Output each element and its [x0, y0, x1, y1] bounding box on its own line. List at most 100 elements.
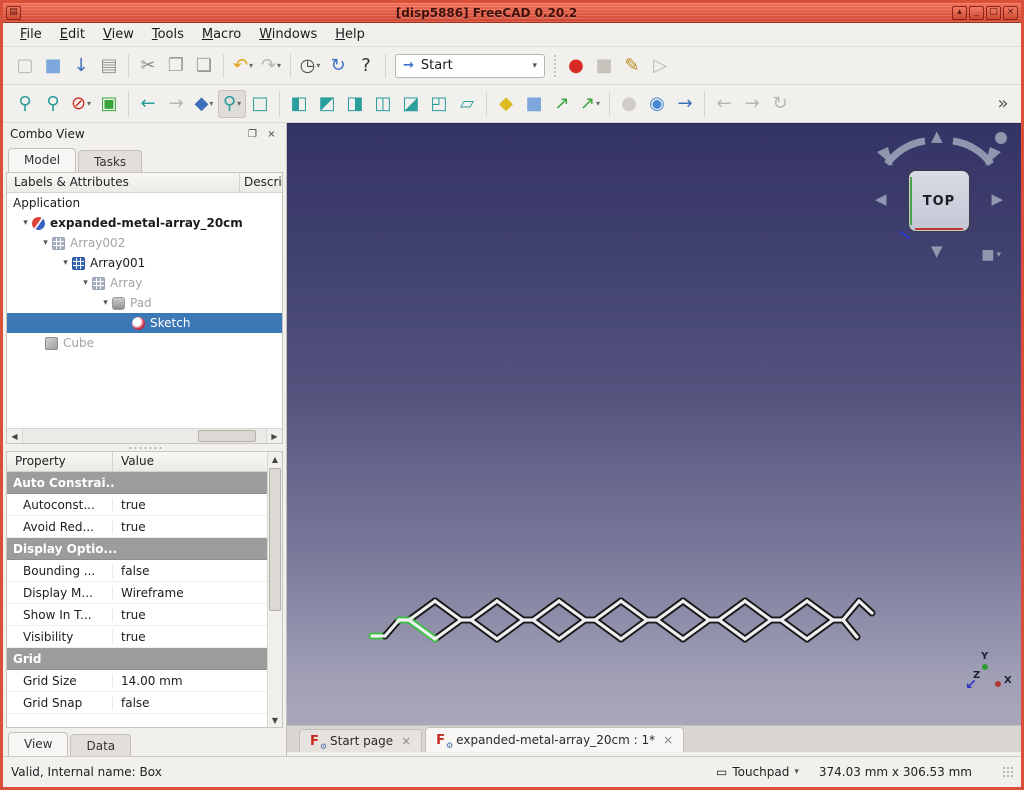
scroll-left-icon[interactable]: ◀: [7, 429, 22, 443]
cube-rotate-left-icon[interactable]: ◀: [875, 192, 887, 207]
property-value[interactable]: true: [113, 630, 146, 644]
3d-viewport[interactable]: ▲ ◀ ▶ ▼ TOP ■ ▾: [287, 123, 1021, 725]
history-back-button[interactable]: ←: [710, 90, 738, 118]
maximize-button[interactable]: □: [986, 6, 1001, 20]
close-button[interactable]: ×: [1003, 6, 1018, 20]
shade-button[interactable]: ▴: [952, 6, 967, 20]
minimize-button[interactable]: _: [969, 6, 984, 20]
scrollbar-thumb[interactable]: [198, 430, 256, 442]
vscrollbar-track[interactable]: [269, 466, 281, 713]
tree-item-pad[interactable]: ▾Pad: [7, 293, 282, 313]
scroll-down-icon[interactable]: ▼: [268, 713, 282, 727]
tree-item-array[interactable]: ▾Array: [7, 273, 282, 293]
page-refresh-button[interactable]: ↻: [766, 90, 794, 118]
property-row[interactable]: Autoconst...true: [7, 494, 267, 516]
menu-view[interactable]: View: [94, 24, 143, 45]
property-row[interactable]: Bounding ...false: [7, 560, 267, 582]
tree-item-expanded-metal-array_20cm[interactable]: ▾expanded-metal-array_20cm: [7, 213, 282, 233]
panel-splitter[interactable]: [3, 444, 286, 451]
property-row[interactable]: Visibilitytrue: [7, 626, 267, 648]
tree-item-array001[interactable]: ▾Array001: [7, 253, 282, 273]
view-left-button[interactable]: ◪: [397, 90, 425, 118]
fit-all-button[interactable]: ⚲: [11, 90, 39, 118]
property-value[interactable]: 14.00 mm: [113, 674, 183, 688]
tree-expand-icon[interactable]: ▾: [39, 238, 52, 248]
menu-help[interactable]: Help: [326, 24, 374, 45]
property-row[interactable]: Grid Size14.00 mm: [7, 670, 267, 692]
column-labels-attributes[interactable]: Labels & Attributes: [7, 173, 240, 192]
view-top-button[interactable]: ◩: [313, 90, 341, 118]
macro-edit-button[interactable]: ✎: [618, 52, 646, 80]
navigation-cube[interactable]: ▲ ◀ ▶ ▼ TOP ■ ▾: [871, 132, 1007, 282]
view-front-button[interactable]: ◧: [285, 90, 313, 118]
navigation-style-selector[interactable]: ▭ Touchpad ▾: [716, 765, 799, 779]
view-isometric-button[interactable]: ◆▾: [190, 90, 218, 118]
tree-item-cube[interactable]: Cube: [7, 333, 282, 353]
property-value[interactable]: true: [113, 498, 146, 512]
zoom-tool-button[interactable]: ⚲▾: [218, 90, 246, 118]
toolbar-drag-handle[interactable]: [553, 54, 558, 78]
scroll-right-icon[interactable]: ▶: [267, 429, 282, 443]
macro-stop-button[interactable]: ■: [590, 52, 618, 80]
recompute-button[interactable]: ↻: [324, 52, 352, 80]
property-value[interactable]: Wireframe: [113, 586, 184, 600]
history-forward-button[interactable]: →: [738, 90, 766, 118]
column-property[interactable]: Property: [7, 452, 113, 471]
property-vertical-scrollbar[interactable]: ▲ ▼: [267, 452, 282, 727]
macro-play-button[interactable]: ▷: [646, 52, 674, 80]
link-navigate-button[interactable]: →: [671, 90, 699, 118]
nav-forward-button[interactable]: →: [162, 90, 190, 118]
cube-rotate-right-icon[interactable]: ▶: [991, 192, 1003, 207]
tree-expand-icon[interactable]: ▾: [99, 298, 112, 308]
navcube-sync-dot[interactable]: [995, 132, 1007, 144]
document-tab-start-page[interactable]: F⚙Start page×: [299, 729, 422, 752]
undo-button[interactable]: ↶▾: [229, 52, 257, 80]
tab-close-icon[interactable]: ×: [401, 734, 411, 748]
menu-tools[interactable]: Tools: [143, 24, 193, 45]
measure-distance-button[interactable]: ▱: [453, 90, 481, 118]
property-row[interactable]: Grid Snapfalse: [7, 692, 267, 714]
tree-expand-icon[interactable]: ▾: [79, 278, 92, 288]
cube-rotate-down-icon[interactable]: ▼: [931, 244, 943, 259]
toolbar-overflow-button[interactable]: »: [989, 90, 1017, 118]
property-group[interactable]: Display Optio...: [7, 538, 267, 560]
nav-back-button[interactable]: ←: [134, 90, 162, 118]
close-panel-button[interactable]: ×: [264, 127, 279, 141]
open-document-button[interactable]: ■: [39, 52, 67, 80]
navcube-top-face[interactable]: TOP: [908, 170, 970, 232]
column-value[interactable]: Value: [113, 452, 267, 471]
view-bottom-button[interactable]: ◰: [425, 90, 453, 118]
paste-button[interactable]: ❏: [190, 52, 218, 80]
tree-item-application[interactable]: Application: [7, 193, 282, 213]
whats-this-button[interactable]: ?: [352, 52, 380, 80]
menu-file[interactable]: File: [11, 24, 51, 45]
resize-grip[interactable]: [1002, 766, 1015, 779]
save-document-button[interactable]: ↓: [67, 52, 95, 80]
property-value[interactable]: true: [113, 520, 146, 534]
workbench-selector[interactable]: →Start▾: [395, 54, 545, 78]
vscrollbar-thumb[interactable]: [269, 468, 281, 611]
tree-expand-icon[interactable]: ▾: [19, 218, 32, 228]
tab-view[interactable]: View: [8, 732, 68, 756]
tab-data[interactable]: Data: [70, 734, 131, 756]
tree-item-array002[interactable]: ▾Array002: [7, 233, 282, 253]
property-group[interactable]: Grid: [7, 648, 267, 670]
scroll-up-icon[interactable]: ▲: [268, 452, 282, 466]
make-link-button[interactable]: ↗: [548, 90, 576, 118]
property-value[interactable]: true: [113, 608, 146, 622]
property-value[interactable]: false: [113, 564, 150, 578]
tab-model[interactable]: Model: [8, 148, 76, 172]
document-tab-model[interactable]: F⚙expanded-metal-array_20cm : 1*×: [425, 727, 684, 752]
menu-edit[interactable]: Edit: [51, 24, 94, 45]
make-sub-link-button[interactable]: ↗▾: [576, 90, 604, 118]
tree-horizontal-scrollbar[interactable]: ◀ ▶: [7, 428, 282, 443]
cube-rotate-up-icon[interactable]: ▲: [931, 129, 943, 144]
cut-button[interactable]: ✂: [134, 52, 162, 80]
menu-macro[interactable]: Macro: [193, 24, 250, 45]
tab-close-icon[interactable]: ×: [663, 733, 673, 747]
macro-record-button[interactable]: ●: [562, 52, 590, 80]
clipping-plane-button[interactable]: ⊘▾: [67, 90, 95, 118]
redo-button[interactable]: ↷▾: [257, 52, 285, 80]
property-row[interactable]: Show In T...true: [7, 604, 267, 626]
property-row[interactable]: Avoid Red...true: [7, 516, 267, 538]
